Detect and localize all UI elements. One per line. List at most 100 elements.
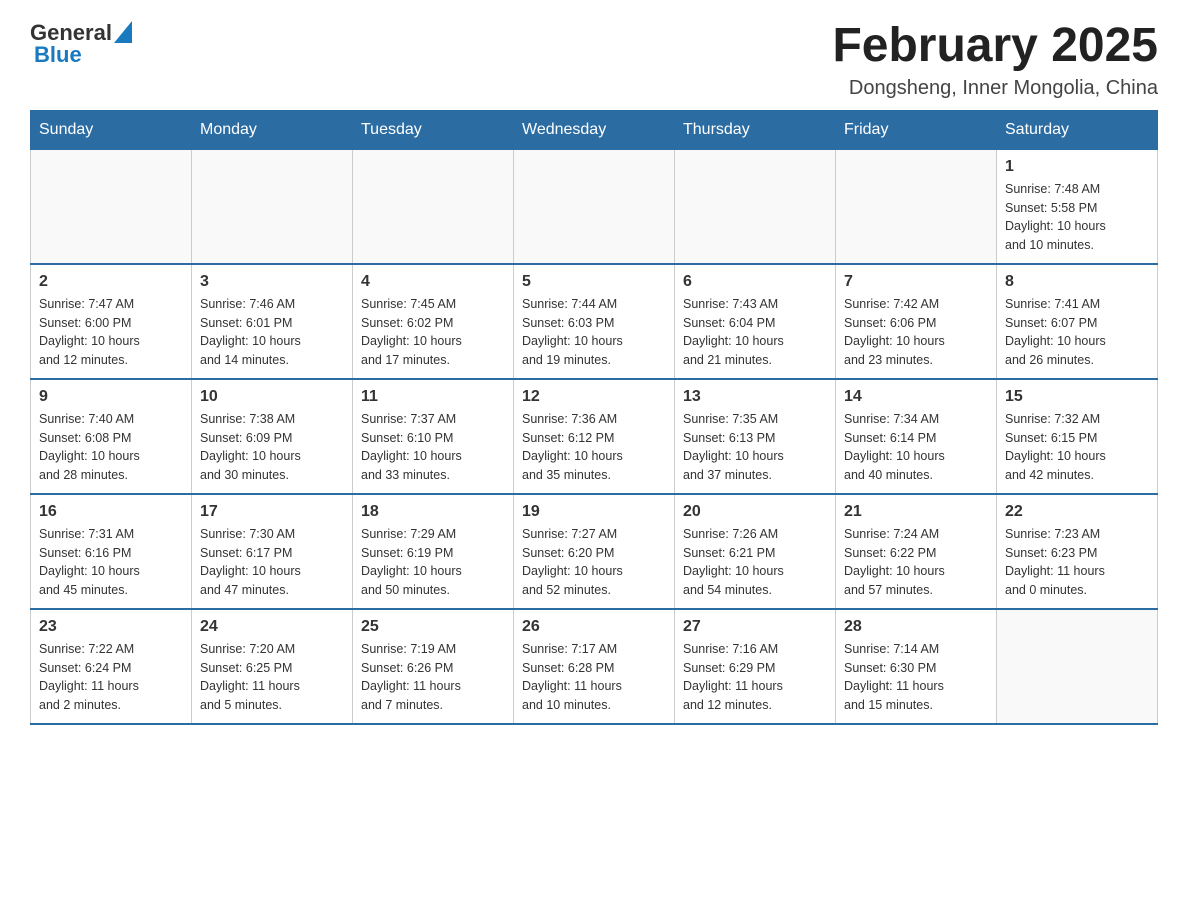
day-number: 25 [361, 618, 505, 636]
day-info: Sunrise: 7:42 AM Sunset: 6:06 PM Dayligh… [844, 295, 988, 370]
day-info: Sunrise: 7:29 AM Sunset: 6:19 PM Dayligh… [361, 525, 505, 600]
calendar-cell: 22 Sunrise: 7:23 AM Sunset: 6:23 PM Dayli… [997, 494, 1158, 609]
day-number: 28 [844, 618, 988, 636]
day-number: 1 [1005, 158, 1149, 176]
day-info: Sunrise: 7:47 AM Sunset: 6:00 PM Dayligh… [39, 295, 183, 370]
col-header-friday: Friday [836, 110, 997, 149]
day-number: 23 [39, 618, 183, 636]
day-info: Sunrise: 7:34 AM Sunset: 6:14 PM Dayligh… [844, 410, 988, 485]
calendar-cell: 28Sunrise: 7:14 AM Sunset: 6:30 PM Dayli… [836, 609, 997, 724]
day-number: 7 [844, 273, 988, 291]
day-number: 14 [844, 388, 988, 406]
day-number: 27 [683, 618, 827, 636]
calendar-cell: 27 Sunrise: 7:16 AM Sunset: 6:29 PM Dayli… [675, 609, 836, 724]
day-info: Sunrise: 7:38 AM Sunset: 6:09 PM Dayligh… [200, 410, 344, 485]
day-info: Sunrise: 7:41 AM Sunset: 6:07 PM Dayligh… [1005, 295, 1149, 370]
calendar-cell: 21 Sunrise: 7:24 AM Sunset: 6:22 PM Dayli… [836, 494, 997, 609]
calendar-week-2: 2 Sunrise: 7:47 AM Sunset: 6:00 PM Daylig… [31, 264, 1158, 379]
day-info: Sunrise: 7:27 AM Sunset: 6:20 PM Dayligh… [522, 525, 666, 600]
calendar-header-row: Sunday Monday Tuesday Wednesday Thursday… [31, 110, 1158, 149]
day-info: Sunrise: 7:24 AM Sunset: 6:22 PM Dayligh… [844, 525, 988, 600]
page-header: General Blue February 2025 Dongsheng, In… [30, 20, 1158, 100]
day-number: 21 [844, 503, 988, 521]
day-number: 24 [200, 618, 344, 636]
day-info: Sunrise: 7:37 AM Sunset: 6:10 PM Dayligh… [361, 410, 505, 485]
day-info: Sunrise: 7:30 AM Sunset: 6:17 PM Dayligh… [200, 525, 344, 600]
day-number: 20 [683, 503, 827, 521]
calendar-cell: 23 Sunrise: 7:22 AM Sunset: 6:24 PM Dayli… [31, 609, 192, 724]
location-title: Dongsheng, Inner Mongolia, China [832, 77, 1158, 100]
day-info: Sunrise: 7:43 AM Sunset: 6:04 PM Dayligh… [683, 295, 827, 370]
calendar-cell [675, 149, 836, 264]
day-info: Sunrise: 7:22 AM Sunset: 6:24 PM Dayligh… [39, 640, 183, 715]
calendar-cell: 16 Sunrise: 7:31 AM Sunset: 6:16 PM Dayli… [31, 494, 192, 609]
calendar-cell: 8 Sunrise: 7:41 AM Sunset: 6:07 PM Daylig… [997, 264, 1158, 379]
calendar-cell: 7 Sunrise: 7:42 AM Sunset: 6:06 PM Daylig… [836, 264, 997, 379]
day-info: Sunrise: 7:40 AM Sunset: 6:08 PM Dayligh… [39, 410, 183, 485]
calendar-week-1: 1 Sunrise: 7:48 AM Sunset: 5:58 PM Daylig… [31, 149, 1158, 264]
day-number: 4 [361, 273, 505, 291]
day-number: 13 [683, 388, 827, 406]
day-number: 22 [1005, 503, 1149, 521]
col-header-thursday: Thursday [675, 110, 836, 149]
calendar-cell: 17 Sunrise: 7:30 AM Sunset: 6:17 PM Dayli… [192, 494, 353, 609]
day-info: Sunrise: 7:16 AM Sunset: 6:29 PM Dayligh… [683, 640, 827, 715]
col-header-tuesday: Tuesday [353, 110, 514, 149]
calendar-cell [353, 149, 514, 264]
col-header-saturday: Saturday [997, 110, 1158, 149]
day-info: Sunrise: 7:31 AM Sunset: 6:16 PM Dayligh… [39, 525, 183, 600]
calendar-cell: 19 Sunrise: 7:27 AM Sunset: 6:20 PM Dayli… [514, 494, 675, 609]
day-info: Sunrise: 7:36 AM Sunset: 6:12 PM Dayligh… [522, 410, 666, 485]
col-header-sunday: Sunday [31, 110, 192, 149]
calendar-cell: 4 Sunrise: 7:45 AM Sunset: 6:02 PM Daylig… [353, 264, 514, 379]
day-info: Sunrise: 7:35 AM Sunset: 6:13 PM Dayligh… [683, 410, 827, 485]
calendar-cell: 11 Sunrise: 7:37 AM Sunset: 6:10 PM Dayli… [353, 379, 514, 494]
month-title: February 2025 [832, 20, 1158, 73]
calendar-cell: 13 Sunrise: 7:35 AM Sunset: 6:13 PM Dayli… [675, 379, 836, 494]
calendar-week-3: 9 Sunrise: 7:40 AM Sunset: 6:08 PM Daylig… [31, 379, 1158, 494]
calendar-cell: 24 Sunrise: 7:20 AM Sunset: 6:25 PM Dayli… [192, 609, 353, 724]
day-number: 6 [683, 273, 827, 291]
col-header-wednesday: Wednesday [514, 110, 675, 149]
logo: General Blue [30, 20, 136, 68]
col-header-monday: Monday [192, 110, 353, 149]
day-info: Sunrise: 7:46 AM Sunset: 6:01 PM Dayligh… [200, 295, 344, 370]
calendar-cell: 9 Sunrise: 7:40 AM Sunset: 6:08 PM Daylig… [31, 379, 192, 494]
day-info: Sunrise: 7:32 AM Sunset: 6:15 PM Dayligh… [1005, 410, 1149, 485]
calendar-cell: 1 Sunrise: 7:48 AM Sunset: 5:58 PM Daylig… [997, 149, 1158, 264]
logo-blue-text: Blue [34, 42, 82, 68]
calendar-week-5: 23 Sunrise: 7:22 AM Sunset: 6:24 PM Dayli… [31, 609, 1158, 724]
calendar-cell: 2 Sunrise: 7:47 AM Sunset: 6:00 PM Daylig… [31, 264, 192, 379]
calendar-cell: 15Sunrise: 7:32 AM Sunset: 6:15 PM Dayli… [997, 379, 1158, 494]
day-number: 5 [522, 273, 666, 291]
calendar-cell: 12 Sunrise: 7:36 AM Sunset: 6:12 PM Dayli… [514, 379, 675, 494]
day-number: 11 [361, 388, 505, 406]
day-number: 3 [200, 273, 344, 291]
day-info: Sunrise: 7:19 AM Sunset: 6:26 PM Dayligh… [361, 640, 505, 715]
day-number: 12 [522, 388, 666, 406]
calendar-cell [514, 149, 675, 264]
day-number: 9 [39, 388, 183, 406]
calendar-cell [192, 149, 353, 264]
day-number: 16 [39, 503, 183, 521]
calendar-cell [997, 609, 1158, 724]
calendar-week-4: 16 Sunrise: 7:31 AM Sunset: 6:16 PM Dayli… [31, 494, 1158, 609]
calendar-cell: 6 Sunrise: 7:43 AM Sunset: 6:04 PM Daylig… [675, 264, 836, 379]
calendar-cell: 5Sunrise: 7:44 AM Sunset: 6:03 PM Daylig… [514, 264, 675, 379]
day-number: 17 [200, 503, 344, 521]
calendar-cell: 10Sunrise: 7:38 AM Sunset: 6:09 PM Dayli… [192, 379, 353, 494]
calendar-cell: 14 Sunrise: 7:34 AM Sunset: 6:14 PM Dayli… [836, 379, 997, 494]
day-number: 19 [522, 503, 666, 521]
day-info: Sunrise: 7:23 AM Sunset: 6:23 PM Dayligh… [1005, 525, 1149, 600]
day-number: 2 [39, 273, 183, 291]
day-info: Sunrise: 7:45 AM Sunset: 6:02 PM Dayligh… [361, 295, 505, 370]
day-number: 18 [361, 503, 505, 521]
calendar-cell: 3 Sunrise: 7:46 AM Sunset: 6:01 PM Daylig… [192, 264, 353, 379]
calendar-table: Sunday Monday Tuesday Wednesday Thursday… [30, 110, 1158, 725]
day-number: 8 [1005, 273, 1149, 291]
calendar-cell: 20Sunrise: 7:26 AM Sunset: 6:21 PM Dayli… [675, 494, 836, 609]
calendar-cell [836, 149, 997, 264]
day-info: Sunrise: 7:20 AM Sunset: 6:25 PM Dayligh… [200, 640, 344, 715]
day-info: Sunrise: 7:48 AM Sunset: 5:58 PM Dayligh… [1005, 180, 1149, 255]
calendar-cell: 26Sunrise: 7:17 AM Sunset: 6:28 PM Dayli… [514, 609, 675, 724]
